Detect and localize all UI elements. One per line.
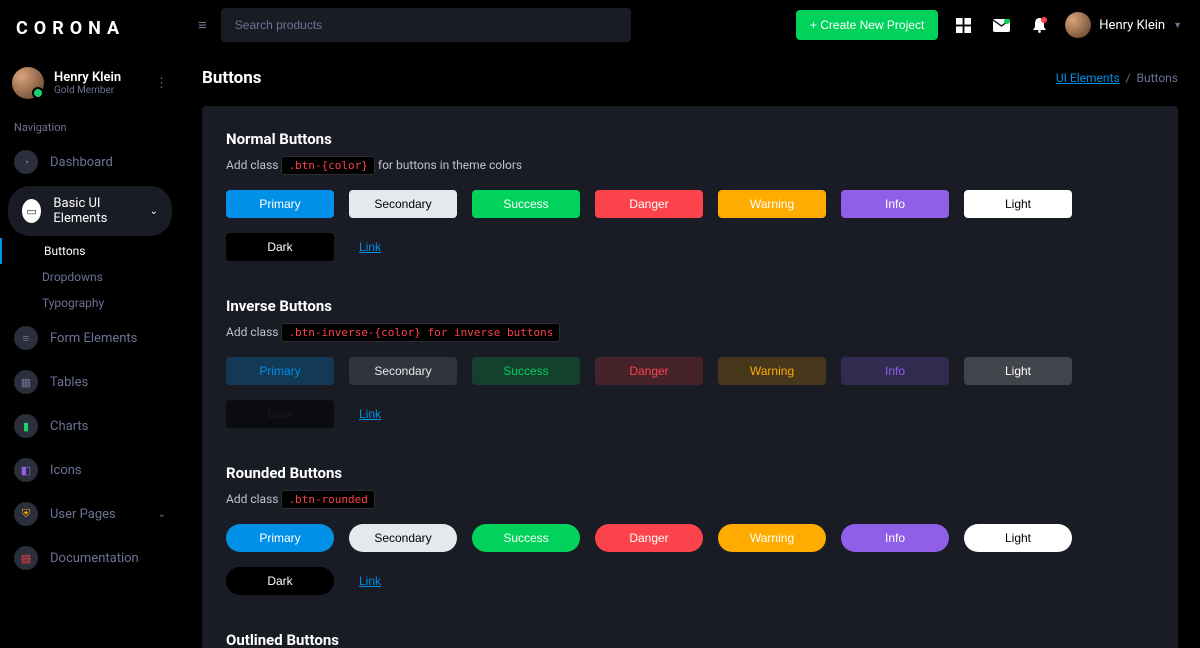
section-title: Normal Buttons	[226, 130, 1154, 148]
button-dark[interactable]: Dark	[226, 233, 334, 261]
sidebar-item-form[interactable]: ≡ Form Elements	[0, 316, 180, 360]
security-icon: ⛨	[14, 502, 38, 526]
chart-icon: ▮	[14, 414, 38, 438]
section-normal-buttons: Normal Buttons Add class .btn-{color} fo…	[226, 130, 1154, 261]
table-icon: ▦	[14, 370, 38, 394]
section-title: Outlined Buttons	[226, 631, 1154, 648]
button-rounded-success[interactable]: Success	[472, 524, 580, 552]
nav-heading: Navigation	[0, 109, 180, 140]
sidebar-item-label: User Pages	[50, 507, 116, 522]
section-title: Inverse Buttons	[226, 297, 1154, 315]
sidebar: CORONA Henry Klein Gold Member ⋮ Navigat…	[0, 0, 180, 648]
button-rounded-light[interactable]: Light	[964, 524, 1072, 552]
button-light[interactable]: Light	[964, 190, 1072, 218]
button-rounded-warning[interactable]: Warning	[718, 524, 826, 552]
playlist-icon: ≡	[14, 326, 38, 350]
section-title: Rounded Buttons	[226, 464, 1154, 482]
breadcrumb-current: Buttons	[1137, 71, 1179, 85]
button-warning[interactable]: Warning	[718, 190, 826, 218]
topbar-user-menu[interactable]: Henry Klein ▼	[1065, 12, 1182, 38]
button-rounded-secondary[interactable]: Secondary	[349, 524, 457, 552]
laptop-icon: ▭	[22, 199, 41, 223]
button-inverse-light[interactable]: Light	[964, 357, 1072, 385]
section-outlined-buttons: Outlined Buttons Add class .btn-outline-…	[226, 631, 1154, 648]
sidebar-item-label: Icons	[50, 463, 82, 478]
sidebar-item-label: Form Elements	[50, 331, 137, 346]
sidebar-item-label: Basic UI Elements	[53, 196, 137, 226]
bell-icon[interactable]	[1028, 17, 1051, 33]
contacts-icon: ◧	[14, 458, 38, 482]
mail-icon[interactable]	[989, 19, 1014, 32]
breadcrumb: UI Elements / Buttons	[1056, 71, 1178, 85]
avatar	[12, 67, 44, 99]
button-rounded-danger[interactable]: Danger	[595, 524, 703, 552]
button-inverse-dark[interactable]: Dark	[226, 400, 334, 428]
page-title: Buttons	[202, 68, 262, 88]
user-menu-dots-icon[interactable]: ⋮	[155, 76, 168, 91]
file-icon: ▤	[14, 546, 38, 570]
sidebar-item-userpages[interactable]: ⛨ User Pages ⌄	[0, 492, 180, 536]
brand-logo: CORONA	[0, 0, 180, 57]
sidebar-sub-buttons[interactable]: Buttons	[0, 238, 180, 264]
sidebar-sub-typography[interactable]: Typography	[0, 290, 180, 316]
button-inverse-primary[interactable]: Primary	[226, 357, 334, 385]
search-input[interactable]	[221, 8, 631, 42]
button-inverse-secondary[interactable]: Secondary	[349, 357, 457, 385]
sidebar-item-label: Documentation	[50, 551, 139, 566]
sidebar-item-dashboard[interactable]: ◔ Dashboard	[0, 140, 180, 184]
sidebar-item-icons[interactable]: ◧ Icons	[0, 448, 180, 492]
avatar	[1065, 12, 1091, 38]
section-desc: Add class .btn-inverse-{color} for inver…	[226, 325, 1154, 339]
button-rounded-dark[interactable]: Dark	[226, 567, 334, 595]
topbar: ≡ + Create New Project Henry Klein ▼	[180, 0, 1200, 50]
button-inverse-success[interactable]: Success	[472, 357, 580, 385]
sidebar-item-docs[interactable]: ▤ Documentation	[0, 536, 180, 580]
button-secondary[interactable]: Secondary	[349, 190, 457, 218]
button-rounded-primary[interactable]: Primary	[226, 524, 334, 552]
button-link[interactable]: Link	[349, 233, 391, 261]
button-info[interactable]: Info	[841, 190, 949, 218]
chevron-down-icon: ⌄	[158, 509, 166, 520]
button-inverse-warning[interactable]: Warning	[718, 357, 826, 385]
sidebar-sub-dropdowns[interactable]: Dropdowns	[0, 264, 180, 290]
chevron-down-icon: ⌄	[150, 206, 158, 217]
button-inverse-info[interactable]: Info	[841, 357, 949, 385]
sidebar-user-block: Henry Klein Gold Member ⋮	[0, 57, 180, 109]
sidebar-item-tables[interactable]: ▦ Tables	[0, 360, 180, 404]
caret-down-icon: ▼	[1173, 20, 1182, 31]
grid-icon[interactable]	[952, 18, 975, 33]
create-project-button[interactable]: + Create New Project	[796, 10, 938, 40]
sidebar-item-basic-ui[interactable]: ▭ Basic UI Elements ⌄	[8, 186, 172, 236]
section-desc: Add class .btn-{color} for buttons in th…	[226, 158, 1154, 172]
button-inverse-danger[interactable]: Danger	[595, 357, 703, 385]
buttons-card: Normal Buttons Add class .btn-{color} fo…	[202, 106, 1178, 648]
button-primary[interactable]: Primary	[226, 190, 334, 218]
sidebar-item-label: Tables	[50, 375, 88, 390]
button-link[interactable]: Link	[349, 400, 391, 428]
sidebar-item-label: Dashboard	[50, 155, 113, 170]
section-rounded-buttons: Rounded Buttons Add class .btn-rounded P…	[226, 464, 1154, 595]
sidebar-user-sub: Gold Member	[54, 85, 121, 96]
button-danger[interactable]: Danger	[595, 190, 703, 218]
button-link[interactable]: Link	[349, 567, 391, 595]
topbar-user-name: Henry Klein	[1099, 18, 1165, 33]
sidebar-item-charts[interactable]: ▮ Charts	[0, 404, 180, 448]
section-inverse-buttons: Inverse Buttons Add class .btn-inverse-{…	[226, 297, 1154, 428]
sidebar-user-name: Henry Klein	[54, 70, 121, 85]
button-success[interactable]: Success	[472, 190, 580, 218]
menu-toggle-icon[interactable]: ≡	[198, 16, 207, 34]
button-rounded-info[interactable]: Info	[841, 524, 949, 552]
gauge-icon: ◔	[14, 150, 38, 174]
sidebar-item-label: Charts	[50, 419, 88, 434]
section-desc: Add class .btn-rounded	[226, 492, 1154, 506]
breadcrumb-link[interactable]: UI Elements	[1056, 71, 1120, 85]
